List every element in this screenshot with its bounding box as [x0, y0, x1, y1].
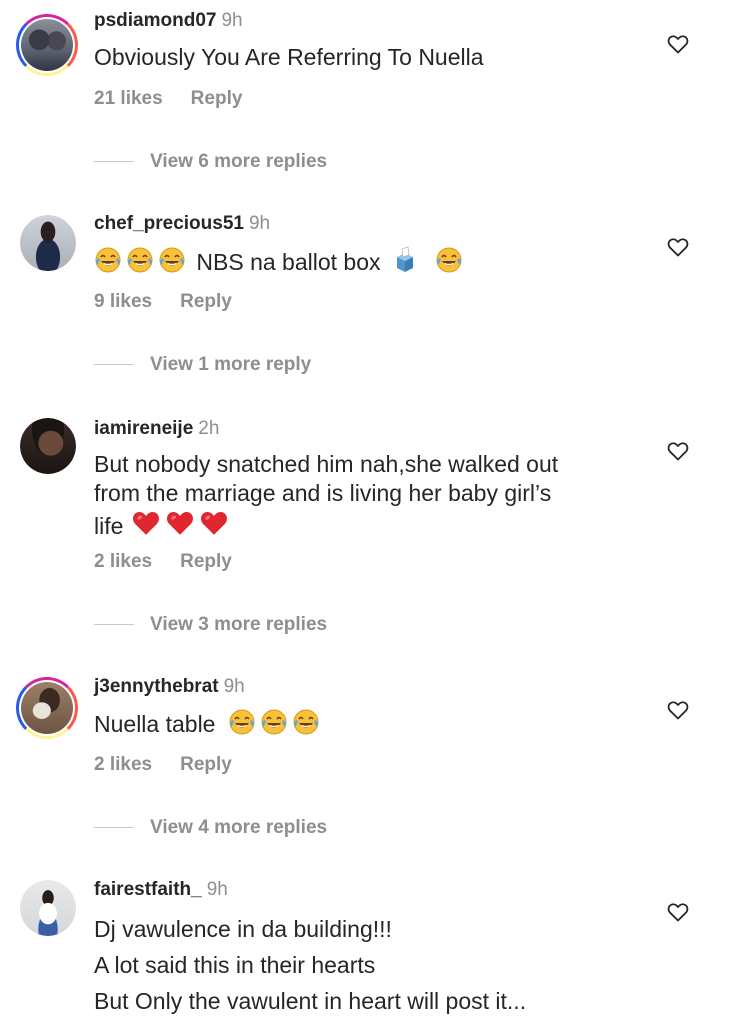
- comment-text: Obviously You Are Referring To Nuella: [94, 44, 484, 70]
- comment-text: But nobody snatched him nah,she walked o…: [94, 450, 634, 541]
- comment-text-line: life: [94, 513, 124, 539]
- divider-line: [94, 827, 134, 829]
- avatar[interactable]: [16, 677, 78, 739]
- view-more-replies-label: View 1 more reply: [150, 354, 312, 375]
- heart-icon[interactable]: [666, 235, 690, 259]
- likes-count[interactable]: 21 likes: [94, 88, 163, 109]
- username[interactable]: chef_precious51: [94, 213, 244, 234]
- view-more-replies[interactable]: View 6 more replies: [94, 151, 327, 173]
- tears-of-joy-emoji: [435, 246, 463, 274]
- red-heart-emoji: [199, 508, 229, 538]
- comment-text-line-last: life: [94, 508, 634, 541]
- avatar[interactable]: [20, 418, 76, 474]
- avatar[interactable]: [20, 215, 76, 271]
- avatar[interactable]: [20, 880, 76, 936]
- heart-icon[interactable]: [666, 32, 690, 56]
- likes-count[interactable]: 9 likes: [94, 291, 152, 312]
- comment-text-row: Nuella table: [94, 708, 634, 739]
- tears-of-joy-emoji: [94, 246, 122, 274]
- tears-of-joy-emoji: [292, 708, 320, 736]
- divider-line: [94, 624, 134, 626]
- divider-line: [94, 364, 134, 366]
- username[interactable]: psdiamond07: [94, 10, 216, 31]
- comment-text-line: Dj vawulence in da building!!!: [94, 916, 392, 942]
- likes-count[interactable]: 2 likes: [94, 754, 152, 775]
- comment-time: 2h: [198, 418, 220, 439]
- view-more-replies[interactable]: View 1 more reply: [94, 354, 311, 376]
- reply-button[interactable]: Reply: [180, 291, 232, 312]
- heart-icon[interactable]: [666, 698, 690, 722]
- view-more-replies-label: View 3 more replies: [150, 614, 328, 635]
- comment-time: 9h: [248, 213, 271, 234]
- comment-text: Nuella table: [94, 711, 216, 737]
- avatar[interactable]: [16, 14, 78, 76]
- tears-of-joy-emoji: [126, 246, 154, 274]
- reply-button[interactable]: Reply: [180, 754, 232, 775]
- ballot-box-emoji: [391, 246, 419, 274]
- red-heart-emoji: [165, 508, 195, 538]
- view-more-replies-label: View 4 more replies: [150, 817, 328, 838]
- username[interactable]: iamireneije: [94, 418, 193, 439]
- heart-icon[interactable]: [666, 439, 690, 463]
- comment-text-line: from the marriage and is living her baby…: [94, 480, 552, 506]
- username[interactable]: j3ennythebrat: [94, 676, 219, 697]
- likes-count[interactable]: 2 likes: [94, 551, 152, 572]
- comment-text: NBS na ballot box: [196, 249, 381, 275]
- divider-line: [94, 161, 134, 163]
- comment-text: Dj vawulence in da building!!! A lot sai…: [94, 911, 634, 1019]
- heart-icon[interactable]: [666, 900, 690, 924]
- view-more-replies-label: View 6 more replies: [150, 151, 328, 172]
- tears-of-joy-emoji: [228, 708, 256, 736]
- tears-of-joy-emoji: [260, 708, 288, 736]
- tears-of-joy-emoji: [158, 246, 186, 274]
- red-heart-emoji: [131, 508, 161, 538]
- view-more-replies[interactable]: View 3 more replies: [94, 614, 327, 636]
- comment-text-line: But nobody snatched him nah,she walked o…: [94, 451, 559, 477]
- username[interactable]: fairestfaith_: [94, 879, 202, 900]
- comment-text-row: NBS na ballot box: [94, 246, 634, 277]
- comment-text-line: A lot said this in their hearts: [94, 952, 376, 978]
- comment-time: 9h: [206, 879, 228, 900]
- reply-button[interactable]: Reply: [180, 551, 232, 572]
- view-more-replies[interactable]: View 4 more replies: [94, 817, 327, 839]
- comment-time: 9h: [221, 10, 243, 31]
- reply-button[interactable]: Reply: [191, 88, 243, 109]
- comment-time: 9h: [223, 676, 245, 697]
- comment-text-line: But Only the vawulent in heart will post…: [94, 988, 527, 1014]
